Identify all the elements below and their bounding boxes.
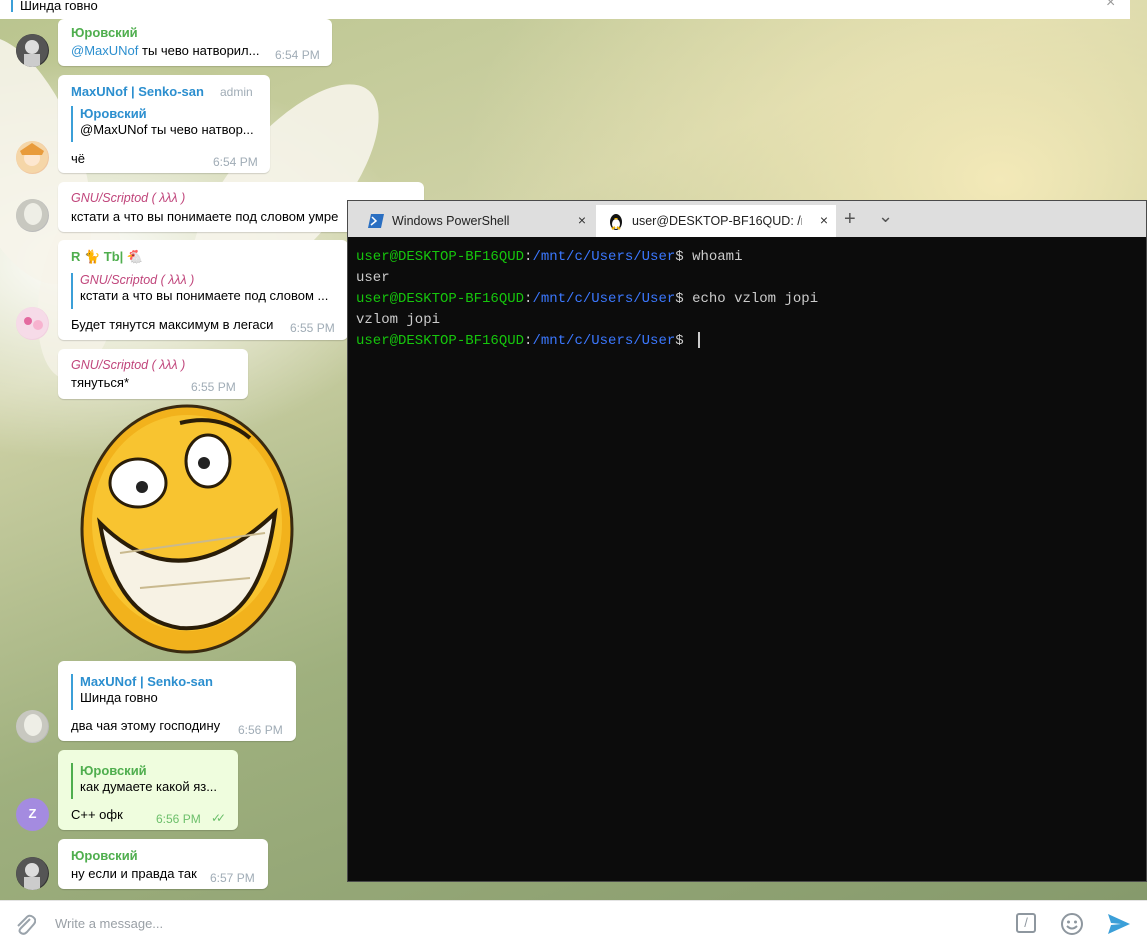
reply-text: @MaxUNof ты чево натвор...: [80, 122, 254, 137]
reply-name: MaxUNof | Senko-san: [80, 674, 213, 689]
close-tab-icon[interactable]: ×: [820, 212, 828, 228]
avatar[interactable]: [16, 141, 49, 174]
sender-name[interactable]: Юровский: [71, 848, 138, 863]
message-time: 6:56 PM: [238, 723, 283, 737]
reply-text: Шинда говно: [80, 690, 158, 705]
emoji-icon[interactable]: [1060, 912, 1084, 936]
send-icon[interactable]: [1106, 912, 1132, 936]
avatar[interactable]: [16, 199, 49, 232]
close-icon[interactable]: ×: [1106, 0, 1115, 12]
reply-preview[interactable]: Юровский @MaxUNof ты чево натвор...: [71, 106, 254, 142]
read-check-icon: ✓✓: [211, 811, 226, 825]
message-text: тянуться*: [71, 375, 129, 390]
tab-label: Windows PowerShell: [392, 214, 510, 228]
message-time: 6:54 PM: [213, 155, 258, 169]
message-time: 6:55 PM: [290, 321, 335, 335]
tab-windows-powershell[interactable]: Windows PowerShell ×: [356, 205, 594, 237]
avatar[interactable]: [16, 34, 49, 67]
sender-name[interactable]: MaxUNof | Senko-san: [71, 84, 204, 99]
prompt-user: user@DESKTOP-BF16QUD: [356, 333, 525, 349]
chevron-down-icon[interactable]: ⌄: [878, 206, 893, 227]
linux-penguin-icon: [610, 214, 622, 230]
message-text: ну если и правда так: [71, 866, 197, 881]
sender-name[interactable]: GNU/Scriptod ( λλλ ): [71, 358, 185, 372]
command-text: $: [675, 333, 693, 349]
terminal-output: vzlom jopi: [356, 312, 441, 328]
terminal-window[interactable]: Windows PowerShell × user@DESKTOP-BF16QU…: [347, 200, 1147, 882]
admin-badge: admin: [220, 85, 253, 99]
avatar[interactable]: Z: [16, 798, 49, 831]
message-bubble[interactable]: GNU/Scriptod ( λλλ ) тянуться* 6:55 PM: [58, 349, 248, 399]
message-bubble[interactable]: MaxUNof | Senko-san Шинда говно два чая …: [58, 661, 296, 741]
prompt-path: /mnt/c/Users/User: [532, 249, 676, 265]
message-text: чё: [71, 151, 86, 166]
reply-text: кстати а что вы понимаете под словом ...: [80, 288, 329, 303]
tab-linux-shell[interactable]: user@DESKTOP-BF16QUD: /mnt ×: [596, 205, 836, 237]
message-text: @MaxUNof ты чево натворил...: [71, 43, 259, 58]
message-text-body: ты чево натворил...: [138, 43, 260, 58]
mention-link[interactable]: @MaxUNof: [71, 43, 138, 58]
message-text: кстати а что вы понимаете под словом умр…: [71, 209, 339, 224]
prompt-user: user@DESKTOP-BF16QUD: [356, 249, 525, 265]
terminal-line: user@DESKTOP-BF16QUD:/mnt/c/Users/User$: [356, 331, 818, 352]
message-bubble[interactable]: Юровский ну если и правда так 6:57 PM: [58, 839, 268, 889]
prompt-user: user@DESKTOP-BF16QUD: [356, 291, 525, 307]
terminal-tab-bar: Windows PowerShell × user@DESKTOP-BF16QU…: [348, 201, 1146, 237]
terminal-line: user@DESKTOP-BF16QUD:/mnt/c/Users/User$ …: [356, 247, 818, 268]
close-tab-icon[interactable]: ×: [578, 212, 586, 228]
message-text: два чая этому господину: [71, 718, 221, 733]
terminal-line: user@DESKTOP-BF16QUD:/mnt/c/Users/User$ …: [356, 289, 818, 310]
bot-command-icon[interactable]: /: [1016, 913, 1036, 933]
message-input[interactable]: Write a message...: [55, 916, 163, 931]
sender-name[interactable]: GNU/Scriptod ( λλλ ): [71, 191, 185, 205]
text-cursor: [698, 332, 701, 349]
avatar[interactable]: [16, 307, 49, 340]
avatar-letter: Z: [28, 806, 37, 821]
sender-name[interactable]: R 🐈 Tb| 🐔: [71, 249, 143, 265]
pinned-quote-line: [11, 0, 13, 12]
message-bubble-outgoing[interactable]: Юровский как думаете какой яз... C++ офк…: [58, 750, 238, 830]
message-time: 6:54 PM: [275, 48, 320, 62]
terminal-output: user: [356, 270, 390, 286]
tab-label: user@DESKTOP-BF16QUD: /mnt: [632, 214, 802, 228]
message-text: C++ офк: [71, 807, 123, 822]
reply-preview[interactable]: Юровский как думаете какой яз...: [71, 763, 217, 799]
reply-name: GNU/Scriptod ( λλλ ): [80, 273, 195, 287]
terminal-console[interactable]: user@DESKTOP-BF16QUD:/mnt/c/Users/User$ …: [356, 247, 818, 352]
message-bubble[interactable]: MaxUNof | Senko-san admin Юровский @MaxU…: [58, 75, 270, 173]
message-bubble[interactable]: Юровский @MaxUNof ты чево натворил... 6:…: [58, 19, 332, 66]
command-text: $ echo vzlom jopi: [675, 291, 819, 307]
sticker-troll-face-image[interactable]: [80, 403, 295, 655]
command-text: $ whoami: [675, 249, 743, 265]
avatar[interactable]: [16, 710, 49, 743]
pinned-text: Шинда говно: [20, 0, 98, 13]
message-time: 6:57 PM: [210, 871, 255, 885]
powershell-icon: [368, 214, 384, 228]
reply-name: Юровский: [80, 763, 147, 778]
reply-preview[interactable]: GNU/Scriptod ( λλλ ) кстати а что вы пон…: [71, 273, 328, 309]
reply-preview[interactable]: MaxUNof | Senko-san Шинда говно: [71, 674, 213, 710]
message-time: 6:55 PM: [191, 380, 236, 394]
reply-text: как думаете какой яз...: [80, 779, 218, 794]
prompt-path: /mnt/c/Users/User: [532, 291, 676, 307]
new-tab-icon[interactable]: +: [844, 208, 856, 231]
message-bubble[interactable]: R 🐈 Tb| 🐔 GNU/Scriptod ( λλλ ) кстати а …: [58, 240, 348, 340]
reply-name: Юровский: [80, 106, 147, 121]
message-input-bar: Write a message... /: [0, 900, 1147, 948]
sender-name[interactable]: Юровский: [71, 25, 138, 40]
pinned-message-bar[interactable]: Шинда говно ×: [0, 0, 1130, 19]
prompt-path: /mnt/c/Users/User: [532, 333, 676, 349]
message-time: 6:56 PM: [156, 812, 201, 826]
avatar[interactable]: [16, 857, 49, 890]
attach-icon[interactable]: [14, 912, 36, 936]
message-text: Будет тянутся максимум в легаси: [71, 317, 274, 332]
